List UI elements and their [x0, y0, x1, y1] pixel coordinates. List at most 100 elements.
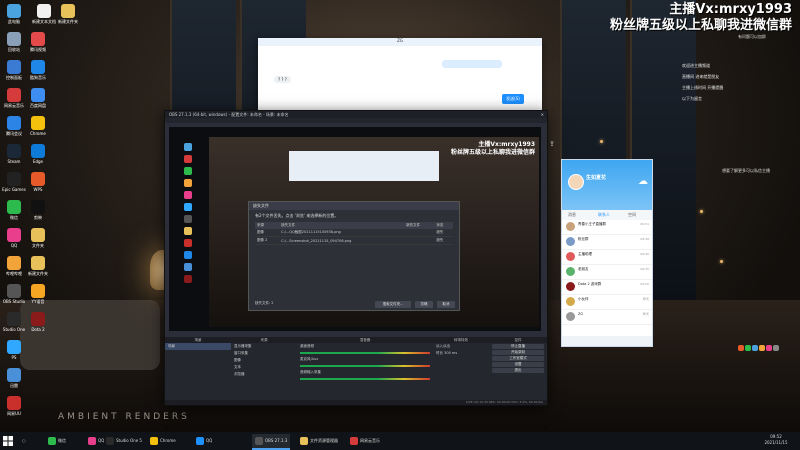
desktop-icon[interactable]: 哔哩哔哩: [2, 256, 26, 281]
taskbar-item[interactable]: 微信: [48, 434, 66, 448]
tab-space[interactable]: 空间: [628, 212, 636, 218]
control-panel-icon: [7, 60, 21, 74]
desktop-icon[interactable]: 网易云音乐: [2, 88, 26, 113]
source-item[interactable]: 显示器采集: [231, 343, 297, 350]
search-folder-button[interactable]: 搜索文件夹...: [375, 301, 411, 308]
stop-streaming-button[interactable]: 停止直播: [492, 344, 544, 349]
transition-select[interactable]: 淡入淡出: [433, 343, 489, 350]
tray-app-icon[interactable]: [738, 345, 744, 351]
desktop-icon[interactable]: 百度网盘: [26, 88, 50, 113]
chat-window[interactable]: ZG ? ? ? 发送(S): [258, 38, 542, 110]
avatar[interactable]: [568, 174, 584, 190]
desktop-icon[interactable]: Chrome: [26, 116, 50, 141]
source-item[interactable]: 文本: [231, 364, 297, 371]
volume-meter[interactable]: [300, 365, 430, 367]
qq-footer-toolbar[interactable]: [562, 336, 652, 346]
tray-app-icon[interactable]: [759, 345, 765, 351]
overlay-note: 主播上线时间 开播提醒: [682, 85, 724, 90]
tray-app-icon[interactable]: [745, 345, 751, 351]
tab-contacts[interactable]: 联系人: [598, 212, 610, 218]
desktop-icon[interactable]: WPS: [26, 172, 50, 197]
desktop-icon[interactable]: Steam: [2, 144, 26, 169]
taskbar-item[interactable]: 文件资源管理器: [300, 434, 338, 448]
desktop-icon[interactable]: 网易UU: [2, 396, 26, 421]
transitions-dock[interactable]: 转场特效 淡入淡出 时长 300 ms: [433, 337, 490, 405]
controls-dock[interactable]: 控件 停止直播 开始录制 工作室模式 设置 退出: [489, 337, 547, 405]
desktop-icon[interactable]: 腾讯视频: [26, 32, 50, 57]
desktop-icon[interactable]: 腾讯会议: [2, 116, 26, 141]
taskbar-item[interactable]: QQ: [196, 434, 212, 448]
desktop-icon[interactable]: Epic Games: [2, 172, 26, 197]
desktop-icon[interactable]: 此电脑: [2, 4, 26, 29]
cell-new[interactable]: [404, 236, 435, 245]
tray-app-icon[interactable]: [773, 345, 779, 351]
desktop-icon[interactable]: 酷狗音乐: [26, 60, 50, 85]
folder-icon: [300, 437, 308, 445]
cell-new[interactable]: [404, 229, 435, 237]
taskbar-item[interactable]: QQ: [88, 434, 104, 448]
desktop-icon[interactable]: 文件夹: [26, 228, 50, 253]
desktop-icon[interactable]: YY语音: [26, 284, 50, 309]
desktop-icon[interactable]: OBS Studio: [2, 284, 26, 309]
exit-button[interactable]: 退出: [492, 368, 544, 373]
missing-files-dialog[interactable]: 缺失文件 有2个文件丢失。点击 '浏览' 来选择新的位置。 来源 缺失文件 新的…: [248, 201, 460, 311]
sources-dock[interactable]: 来源 显示器采集 窗口采集 图像 文本 浏览器: [231, 337, 298, 405]
taskbar-item[interactable]: 网易云音乐: [350, 434, 380, 448]
list-item[interactable]: ZG 昨天: [562, 310, 652, 325]
scenes-dock[interactable]: 场景 场景: [165, 337, 232, 405]
desktop-icon[interactable]: QQ: [2, 228, 26, 253]
windows-start-icon[interactable]: [2, 435, 14, 447]
desktop-icon[interactable]: Dota 2: [26, 312, 50, 337]
taskbar-item[interactable]: Chrome: [150, 434, 176, 448]
studio-mode-button[interactable]: 工作室模式: [492, 356, 544, 361]
taskbar-item[interactable]: Studio One 5: [106, 434, 142, 448]
source-item[interactable]: 图像: [231, 357, 297, 364]
list-item[interactable]: 小伙伴 昨天: [562, 295, 652, 310]
list-item[interactable]: 青春小王子直播群 09:51: [562, 220, 652, 235]
desktop-file[interactable]: 新建文件夹: [56, 4, 80, 29]
mixer-dock[interactable]: 混音器 桌面音频 麦克风/Aux 音频输入采集: [297, 337, 434, 405]
music-icon: [350, 437, 358, 445]
desktop-icon[interactable]: 微信: [2, 200, 26, 225]
close-icon[interactable]: ✕: [541, 111, 544, 118]
settings-button[interactable]: 设置: [492, 362, 544, 367]
cancel-button[interactable]: 取消: [437, 301, 455, 308]
qq-conversation-list: 青春小王子直播群 09:51 粉丝群 09:48 主播助理 09:40 老朋友 09:3…: [562, 220, 652, 325]
taskbar-search-icon[interactable]: ○: [22, 434, 26, 448]
table-row[interactable]: 图像 C:/...QQ截图20211115100938.png 缺失: [255, 229, 453, 237]
start-recording-button[interactable]: 开始录制: [492, 350, 544, 355]
list-item[interactable]: Dota 2 游戏群 09:20: [562, 280, 652, 295]
desktop-icon[interactable]: 剪映: [26, 200, 50, 225]
share-icon[interactable]: ⇪: [549, 140, 557, 148]
ignore-button[interactable]: 忽略: [415, 301, 433, 308]
tray-app-icon[interactable]: [766, 345, 772, 351]
send-button[interactable]: 发送(S): [502, 94, 524, 104]
source-item[interactable]: 窗口采集: [231, 350, 297, 357]
obs-titlebar[interactable]: OBS 27.1.3 (64-bit, windows) - 配置文件: 未命名…: [165, 111, 547, 118]
list-item[interactable]: 老朋友 09:35: [562, 265, 652, 280]
list-item[interactable]: 主播助理 09:40: [562, 250, 652, 265]
volume-meter[interactable]: [300, 352, 430, 354]
taskbar-item-active[interactable]: OBS 27.1.3: [252, 434, 291, 450]
table-row[interactable]: 图像 2 C:/...Screenshot_20211115_094706.pn…: [255, 236, 453, 245]
bilibili-icon: [7, 256, 21, 270]
source-item[interactable]: 浏览器: [231, 371, 297, 378]
obs-menubar[interactable]: [165, 118, 547, 123]
desktop-icon[interactable]: 迅雷: [2, 368, 26, 393]
volume-meter[interactable]: [300, 378, 430, 380]
clock-date: 2021/11/15: [764, 440, 788, 445]
duration-row[interactable]: 时长 300 ms: [433, 350, 489, 357]
tray-app-icon[interactable]: [752, 345, 758, 351]
taskbar-clock[interactable]: 09:52 2021/11/15: [756, 434, 796, 446]
desktop-icon[interactable]: 回收站: [2, 32, 26, 57]
desktop-icon[interactable]: PS: [2, 340, 26, 365]
desktop-icon[interactable]: Studio One: [2, 312, 26, 337]
tab-messages[interactable]: 消息: [568, 212, 576, 218]
desktop-icon[interactable]: Edge: [26, 144, 50, 169]
list-item[interactable]: 粉丝群 09:48: [562, 235, 652, 250]
desktop-icon[interactable]: 新建文件夹: [26, 256, 50, 281]
desktop-file[interactable]: 新建文本文档: [32, 4, 56, 29]
desktop-icon[interactable]: 控制面板: [2, 60, 26, 85]
scene-item[interactable]: 场景: [165, 343, 231, 350]
qq-main-panel[interactable]: 生如夏花 ☁ 消息 联系人 空间 青春小王子直播群 09:51 粉丝群 09:48 …: [561, 159, 653, 347]
